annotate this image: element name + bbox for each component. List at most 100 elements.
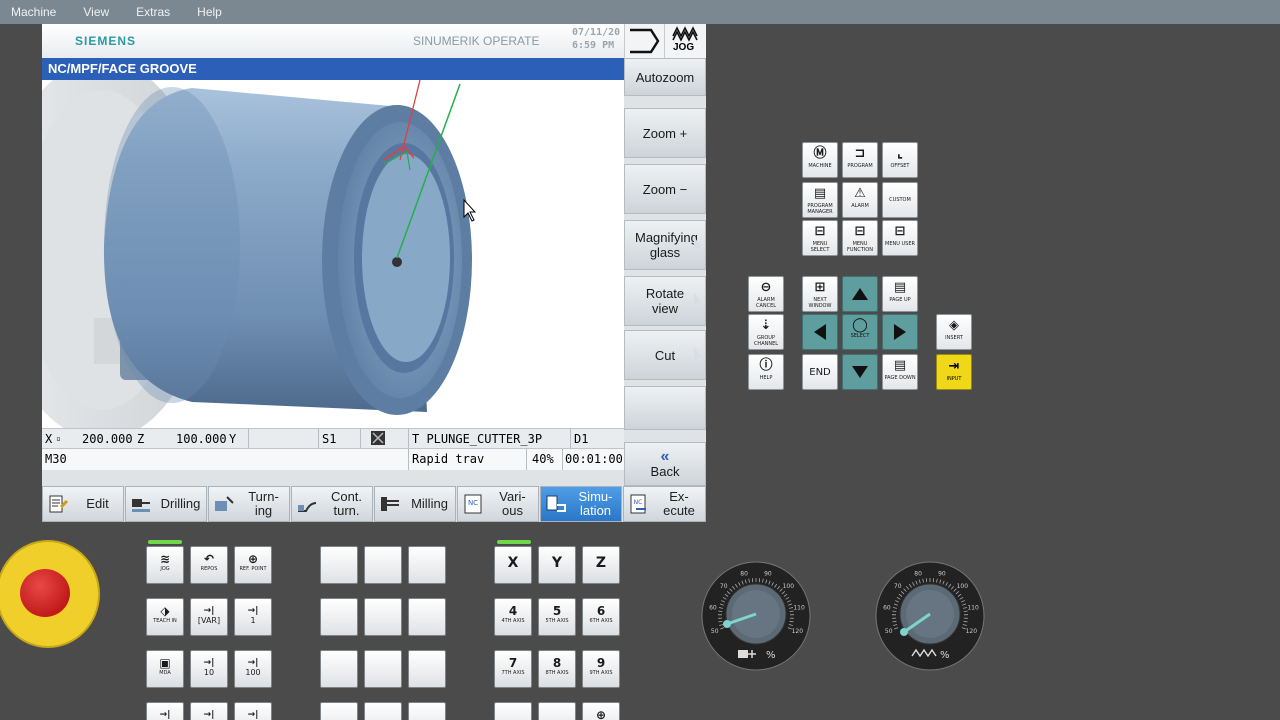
back-softkey[interactable]: « Back — [624, 442, 706, 486]
axis-7-key[interactable]: 7 7TH AXIS — [494, 650, 532, 688]
rotate-view-softkey[interactable]: Rotate view — [624, 276, 706, 326]
autozoom-softkey[interactable]: Autozoom — [624, 58, 706, 96]
mode-key-row4-3[interactable]: →| — [234, 702, 272, 720]
blank-key[interactable] — [364, 546, 402, 584]
jog-mode-indicator[interactable]: JOG — [664, 24, 706, 58]
dial-tick-label: 50 — [885, 628, 893, 635]
dial-tick-label: 110 — [967, 604, 979, 611]
help-key[interactable]: ⓘ HELP — [748, 354, 784, 390]
execute-label: Ex- ecute — [663, 489, 695, 518]
cut-softkey[interactable]: Cut — [624, 330, 706, 380]
row4-arrow-icon-1: →| — [159, 710, 171, 720]
feed-override-dial[interactable]: 50 60 70 80 90 100 110 120 % — [700, 560, 812, 672]
var-increment-key[interactable]: →| [VAR] — [190, 598, 228, 636]
milling-softkey[interactable]: Milling — [374, 486, 456, 522]
menu-function-key[interactable]: ⊟ MENU FUNCTION — [842, 220, 878, 256]
various-softkey[interactable]: NC Vari- ous — [457, 486, 539, 522]
product-name: SINUMERIK OPERATE — [413, 34, 540, 48]
header-bar: SIEMENS SINUMERIK OPERATE 07/11/20 6:59 P… — [42, 24, 624, 58]
program-manager-key[interactable]: ▤ PROGRAM MANAGER — [802, 182, 838, 218]
axis-5-key[interactable]: 5 5TH AXIS — [538, 598, 576, 636]
y-axis-key[interactable]: Y — [538, 546, 576, 584]
blank-key[interactable] — [364, 702, 402, 720]
input-icon: ⇥ — [948, 359, 960, 374]
menu-select-key[interactable]: ⊟ MENU SELECT — [802, 220, 838, 256]
blank-key[interactable] — [408, 702, 446, 720]
ref-point-key[interactable]: ⊕ REF. POINT — [234, 546, 272, 584]
increment-100-key[interactable]: →| 100 — [234, 650, 272, 688]
empty-softkey[interactable] — [624, 386, 706, 430]
menu-view[interactable]: View — [72, 5, 121, 19]
select-key[interactable]: ◯ SELECT — [842, 314, 878, 350]
blank-key[interactable] — [320, 702, 358, 720]
cursor-left-key[interactable] — [802, 314, 838, 350]
jog-label: JOG — [673, 42, 695, 53]
next-window-key[interactable]: ⊞ NEXT WINDOW — [802, 276, 838, 312]
simulation-softkey[interactable]: Simu- lation — [540, 486, 622, 522]
blank-key[interactable] — [320, 546, 358, 584]
arrow-right-icon — [894, 324, 906, 340]
zoom-in-softkey[interactable]: Zoom + — [624, 108, 706, 158]
axis-key-row4-1[interactable] — [494, 702, 532, 720]
menu-extras[interactable]: Extras — [125, 5, 182, 19]
spindle-override-dial[interactable]: 50 60 70 80 90 100 110 120 % — [874, 560, 986, 672]
magnifying-glass-softkey[interactable]: Magnifying glass — [624, 220, 706, 270]
custom-key[interactable]: CUSTOM — [882, 182, 918, 218]
axis-9-key[interactable]: 9 9TH AXIS — [582, 650, 620, 688]
blank-key[interactable] — [408, 598, 446, 636]
blank-key[interactable] — [320, 598, 358, 636]
axis-6-key[interactable]: 6 6TH AXIS — [582, 598, 620, 636]
end-label: END — [809, 367, 831, 378]
repos-label: REPOS — [200, 566, 218, 572]
alarm-cancel-key[interactable]: ⊖ ALARM CANCEL — [748, 276, 784, 312]
cut-label: Cut — [654, 347, 676, 363]
mode-key-row4-2[interactable]: →| — [190, 702, 228, 720]
jog-key[interactable]: ≋ JOG — [146, 546, 184, 584]
alarm-key[interactable]: ⚠ ALARM — [842, 182, 878, 218]
program-mode-icon[interactable] — [624, 24, 664, 58]
machine-key-label: MACHINE — [808, 163, 832, 169]
axis-key-row4-2[interactable] — [538, 702, 576, 720]
offset-key[interactable]: ⌞ OFFSET — [882, 142, 918, 178]
blank-key[interactable] — [364, 650, 402, 688]
menu-help[interactable]: Help — [186, 5, 234, 19]
cursor-up-key[interactable] — [842, 276, 878, 312]
axis-8-key[interactable]: 8 8TH AXIS — [538, 650, 576, 688]
end-key[interactable]: END — [802, 354, 838, 390]
mode-key-row4-1[interactable]: →| — [146, 702, 184, 720]
increment-1-key[interactable]: →| 1 — [234, 598, 272, 636]
mda-key[interactable]: ▣ MDA — [146, 650, 184, 688]
edit-softkey[interactable]: Edit — [42, 486, 124, 522]
z-axis-key[interactable]: Z — [582, 546, 620, 584]
rapid-traverse-key[interactable]: ⊕ — [582, 702, 620, 720]
blank-key[interactable] — [364, 598, 402, 636]
drilling-softkey[interactable]: Drilling — [125, 486, 207, 522]
simulation-view[interactable] — [42, 80, 624, 428]
program-key[interactable]: ⊐ PROGRAM — [842, 142, 878, 178]
blank-key[interactable] — [320, 650, 358, 688]
blank-key[interactable] — [408, 650, 446, 688]
page-up-key[interactable]: ▤ PAGE UP — [882, 276, 918, 312]
insert-key[interactable]: ◈ INSERT — [936, 314, 972, 350]
x-axis-key[interactable]: X — [494, 546, 532, 584]
machine-key[interactable]: Ⓜ MACHINE — [802, 142, 838, 178]
execute-softkey[interactable]: NC Ex- ecute — [623, 486, 706, 522]
turning-softkey[interactable]: Turn- ing — [208, 486, 290, 522]
spindle-unit: % — [940, 650, 950, 661]
input-key[interactable]: ⇥ INPUT — [936, 354, 972, 390]
increment-10-key[interactable]: →| 10 — [190, 650, 228, 688]
group-channel-key[interactable]: ⇣ GROUP CHANNEL — [748, 314, 784, 350]
contour-turning-softkey[interactable]: Cont. turn. — [291, 486, 373, 522]
blank-key[interactable] — [408, 546, 446, 584]
page-down-key[interactable]: ▤ PAGE DOWN — [882, 354, 918, 390]
cursor-right-key[interactable] — [882, 314, 918, 350]
teach-in-key[interactable]: ⬗ TEACH IN — [146, 598, 184, 636]
menu-user-key[interactable]: ⊟ MENU USER — [882, 220, 918, 256]
cursor-down-key[interactable] — [842, 354, 878, 390]
repos-key[interactable]: ↶ REPOS — [190, 546, 228, 584]
dial-tick-label: 90 — [764, 571, 772, 578]
axis-4-key[interactable]: 4 4TH AXIS — [494, 598, 532, 636]
menu-machine[interactable]: Machine — [0, 5, 68, 19]
emergency-stop-button[interactable] — [0, 540, 100, 648]
zoom-out-softkey[interactable]: Zoom − — [624, 164, 706, 214]
